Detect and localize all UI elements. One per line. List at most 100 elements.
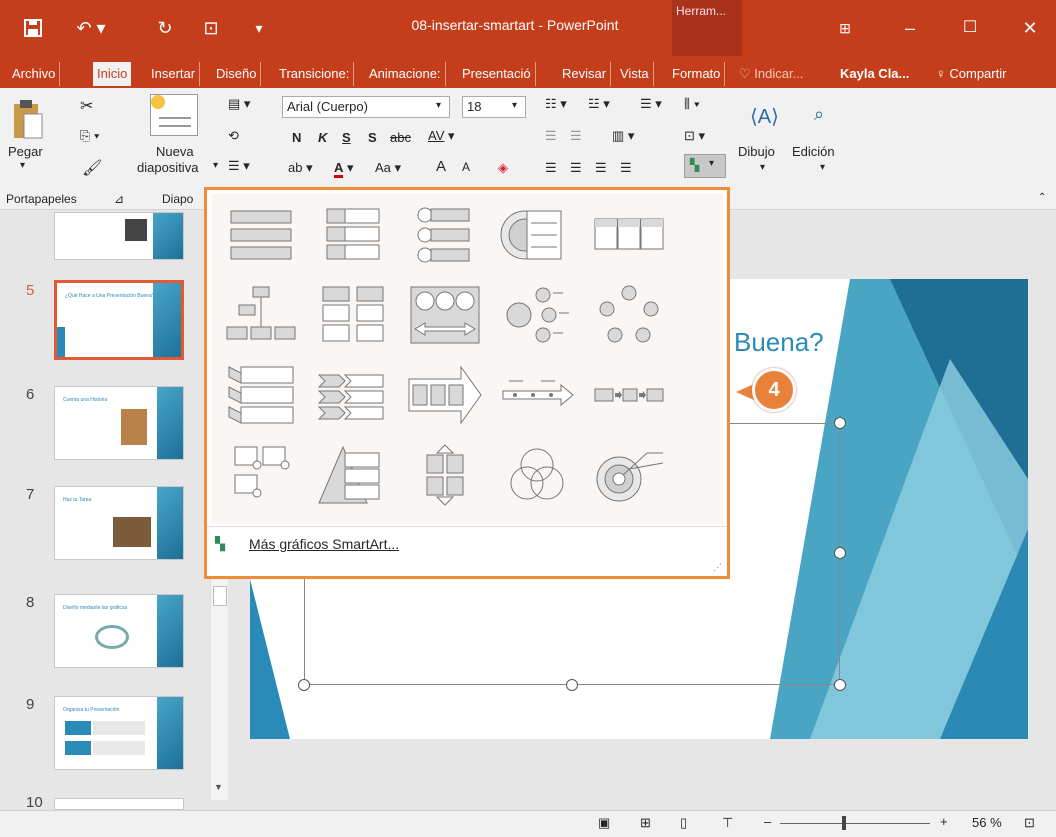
slide-thumbnail-6[interactable]: Cuenta una Historia [54, 386, 184, 460]
zoom-slider-thumb[interactable] [842, 816, 846, 830]
layout-icon[interactable]: ▤ ▾ [228, 96, 250, 112]
smartart-timeline[interactable] [491, 358, 583, 432]
smartart-circle-list[interactable] [399, 198, 491, 272]
normal-view-icon[interactable]: ▣ [598, 815, 610, 831]
zoom-level[interactable]: 56 % [972, 815, 1002, 830]
align-right-icon[interactable]: ☰ [595, 160, 607, 176]
copy-icon[interactable]: ⎘ ▾ [80, 128, 99, 144]
smartart-matrix[interactable] [399, 438, 491, 512]
drawing-dropdown-icon[interactable]: ▾ [760, 162, 765, 173]
smartart-nested-target-list[interactable] [491, 198, 583, 272]
minimize-icon[interactable]: – [895, 0, 925, 56]
character-spacing-button[interactable]: AV ▾ [428, 128, 455, 144]
tab-presentacion[interactable]: Presentació [458, 62, 536, 86]
new-slide-dropdown-icon[interactable]: ▾ [213, 160, 218, 171]
more-smartart-link[interactable]: Más gráficos SmartArt... [249, 536, 399, 552]
slideshow-icon[interactable]: ⊤ [722, 815, 733, 831]
new-slide-icon[interactable] [150, 94, 198, 136]
editing-dropdown-icon[interactable]: ▾ [820, 162, 825, 173]
smartart-pyramid-list[interactable] [307, 438, 399, 512]
smartart-arrow-process-balance[interactable] [399, 278, 491, 352]
smartart-horizontal-bullet-list[interactable] [583, 198, 675, 272]
maximize-icon[interactable]: ☐ [955, 0, 985, 56]
smartart-process-arrows[interactable] [399, 358, 491, 432]
zoom-in-icon[interactable]: + [940, 814, 948, 829]
smartart-basic-block-list[interactable] [215, 198, 307, 272]
highlight-icon[interactable]: ab ▾ [288, 160, 313, 176]
smartart-chevron-accent-process[interactable] [307, 358, 399, 432]
customize-icon[interactable]: ▾ [244, 0, 274, 56]
bullets-icon[interactable]: ☷ ▾ [545, 96, 567, 112]
align-center-icon[interactable]: ☰ [570, 160, 582, 176]
editing-button[interactable]: Edición [792, 144, 835, 159]
paste-dropdown-icon[interactable]: ▾ [20, 160, 25, 171]
tab-archivo[interactable]: Archivo [8, 62, 61, 86]
resize-handle[interactable] [298, 679, 310, 691]
tab-diseno[interactable]: Diseño [212, 62, 262, 86]
slide-thumbnail-7[interactable]: Haz tu Tarea [54, 486, 184, 560]
slide-thumbnail-10[interactable] [54, 798, 184, 810]
columns-icon[interactable]: ▥ ▾ [612, 128, 634, 144]
increase-indent-icon[interactable]: ☰ [570, 128, 582, 144]
format-painter-icon[interactable]: 🖌 [82, 158, 102, 178]
resize-handle[interactable] [566, 679, 578, 691]
ribbon-display-icon[interactable]: ⊞ [830, 0, 860, 56]
resize-handle[interactable] [834, 417, 846, 429]
redo-icon[interactable]: ↻ [150, 0, 180, 56]
drawing-icon[interactable]: ⟨A⟩ [750, 104, 779, 129]
slide-sorter-icon[interactable]: ⊞ [640, 815, 651, 831]
smartart-basic-process[interactable] [583, 358, 675, 432]
decrease-indent-icon[interactable]: ☰ [545, 128, 557, 144]
tab-revisar[interactable]: Revisar [558, 62, 612, 86]
dialog-launcher-icon[interactable]: ⊿ [114, 192, 124, 206]
tab-animaciones[interactable]: Animacione: [365, 62, 446, 86]
font-name-input[interactable]: Arial (Cuerpo) [282, 96, 450, 118]
font-color-button[interactable]: A ▾ [334, 160, 354, 178]
drawing-button[interactable]: Dibujo [738, 144, 775, 159]
change-case-button[interactable]: Aa ▾ [375, 160, 401, 176]
reading-view-icon[interactable]: ▯ [680, 815, 687, 831]
new-slide-label-2[interactable]: diapositiva [137, 160, 198, 175]
clipboard-icon[interactable] [10, 96, 44, 144]
tab-insertar[interactable]: Insertar [147, 62, 201, 86]
zoom-slider[interactable] [780, 823, 930, 824]
font-size-dropdown-icon[interactable]: ▾ [512, 100, 517, 111]
slide-thumbnail-8[interactable]: Diseño mediante las gráficas [54, 594, 184, 668]
font-name-dropdown-icon[interactable]: ▾ [436, 100, 441, 111]
smartart-radial-list[interactable] [491, 278, 583, 352]
resize-handle[interactable] [834, 547, 846, 559]
zoom-out-icon[interactable]: – [764, 814, 771, 829]
resize-handle[interactable] [834, 679, 846, 691]
line-spacing-icon[interactable]: ☰ ▾ [640, 96, 662, 112]
smartart-table-hierarchy[interactable] [307, 278, 399, 352]
scroll-down-icon[interactable]: ▼ [214, 782, 223, 792]
user-name[interactable]: Kayla Cla... [836, 62, 913, 86]
smartart-vertical-bullet-list[interactable] [307, 198, 399, 272]
scrollbar-thumb[interactable] [213, 586, 227, 606]
smartart-bending-picture-caption[interactable] [215, 438, 307, 512]
tab-inicio[interactable]: Inicio [93, 62, 132, 86]
tab-vista[interactable]: Vista [616, 62, 654, 86]
underline-button[interactable]: S [342, 130, 351, 145]
tab-formato[interactable]: Formato [668, 62, 726, 86]
align-text-icon[interactable]: ⊡ ▾ [684, 128, 705, 144]
undo-icon[interactable]: ↶ ▾ [68, 0, 114, 56]
bold-button[interactable]: N [292, 130, 301, 145]
italic-button[interactable]: K [318, 130, 327, 145]
slide-thumbnail-prev[interactable] [54, 212, 184, 260]
smartart-organization-chart[interactable] [215, 278, 307, 352]
slide-thumbnail-5[interactable]: ¿Qué Hace a Una Presentación Buena? [54, 280, 184, 360]
clear-formatting-icon[interactable]: ◈ [498, 160, 508, 176]
justify-icon[interactable]: ☰ [620, 160, 632, 176]
drawing-tools-context-tab[interactable]: Herram... [672, 0, 742, 56]
close-icon[interactable]: ✕ [1015, 0, 1045, 56]
convert-to-smartart-button[interactable]: ▚ ▾ [684, 154, 726, 178]
smartart-cycle[interactable] [583, 278, 675, 352]
fit-to-window-icon[interactable]: ⊡ [1024, 815, 1035, 831]
cut-icon[interactable]: ✂ [80, 96, 93, 116]
shadow-button[interactable]: S [368, 130, 377, 145]
smartart-target[interactable] [583, 438, 675, 512]
collapse-ribbon-icon[interactable]: ⌃ [1038, 192, 1046, 203]
share-button[interactable]: ♀ Compartir [932, 62, 1010, 86]
text-direction-icon[interactable]: ⫼ ▾ [684, 96, 700, 112]
